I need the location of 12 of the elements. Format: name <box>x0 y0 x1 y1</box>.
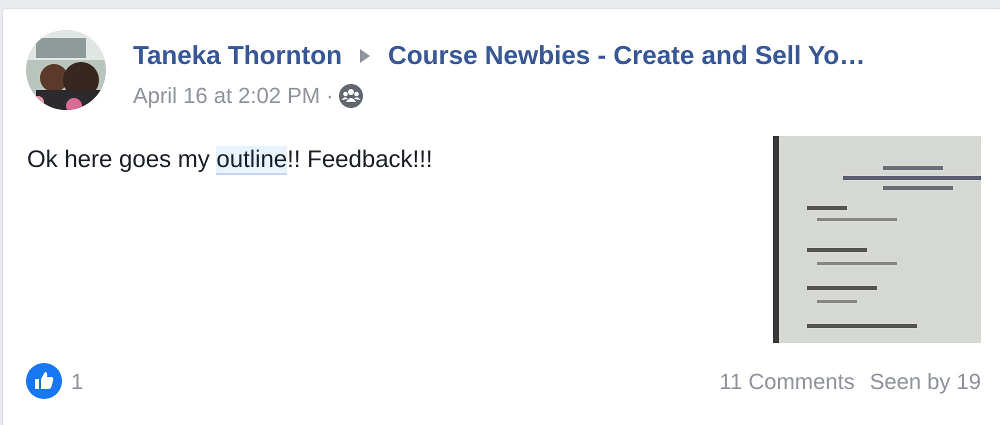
like-icon[interactable] <box>26 363 62 399</box>
group-icon <box>339 84 364 108</box>
post-text: Ok here goes my outline!! Feedback!!! <box>27 145 433 177</box>
highlighted-word[interactable]: outline <box>216 146 288 175</box>
seen-count[interactable]: Seen by 19 <box>870 364 981 398</box>
arrow-icon <box>358 48 371 64</box>
author-name[interactable]: Taneka Thornton <box>133 36 342 75</box>
timestamp[interactable]: April 16 at 2:02 PM <box>133 79 320 112</box>
group-name[interactable]: Course Newbies - Create and Sell Yo… <box>388 36 866 75</box>
reaction-count[interactable]: 1 <box>71 364 84 398</box>
separator: · <box>326 82 334 110</box>
comments-link[interactable]: 11 Comments <box>719 364 855 398</box>
